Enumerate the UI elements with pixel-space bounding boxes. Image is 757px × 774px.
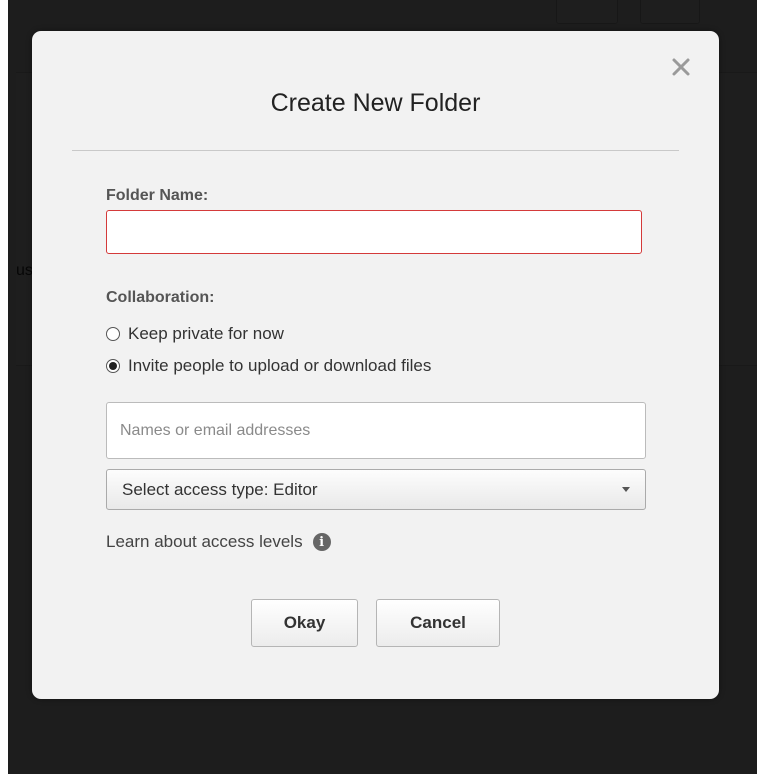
names-email-input[interactable]: [106, 402, 646, 459]
learn-access-levels-link[interactable]: Learn about access levels: [106, 532, 303, 552]
radio-keep-private[interactable]: Keep private for now: [106, 324, 284, 344]
close-icon[interactable]: [669, 55, 693, 79]
folder-name-label: Folder Name:: [106, 187, 209, 204]
title-divider: [72, 150, 679, 151]
okay-button[interactable]: Okay: [251, 599, 358, 647]
radio-label: Keep private for now: [128, 324, 284, 343]
radio-label: Invite people to upload or download file…: [128, 356, 432, 375]
access-type-value: Select access type: Editor: [122, 479, 318, 499]
access-type-select[interactable]: Select access type: Editor: [106, 469, 646, 510]
info-icon[interactable]: i: [312, 533, 331, 551]
radio-button[interactable]: [106, 327, 120, 341]
learn-access-levels: Learn about access levels i: [106, 532, 331, 552]
radio-button-selected[interactable]: [106, 359, 120, 373]
radio-invite-people[interactable]: Invite people to upload or download file…: [106, 356, 431, 376]
create-folder-dialog: Create New Folder Folder Name: Collabora…: [32, 31, 719, 699]
dialog-title: Create New Folder: [270, 89, 481, 117]
collaboration-label: Collaboration:: [106, 289, 215, 306]
chevron-down-icon: [622, 487, 630, 492]
cancel-button[interactable]: Cancel: [376, 599, 500, 647]
folder-name-input[interactable]: [106, 210, 642, 254]
